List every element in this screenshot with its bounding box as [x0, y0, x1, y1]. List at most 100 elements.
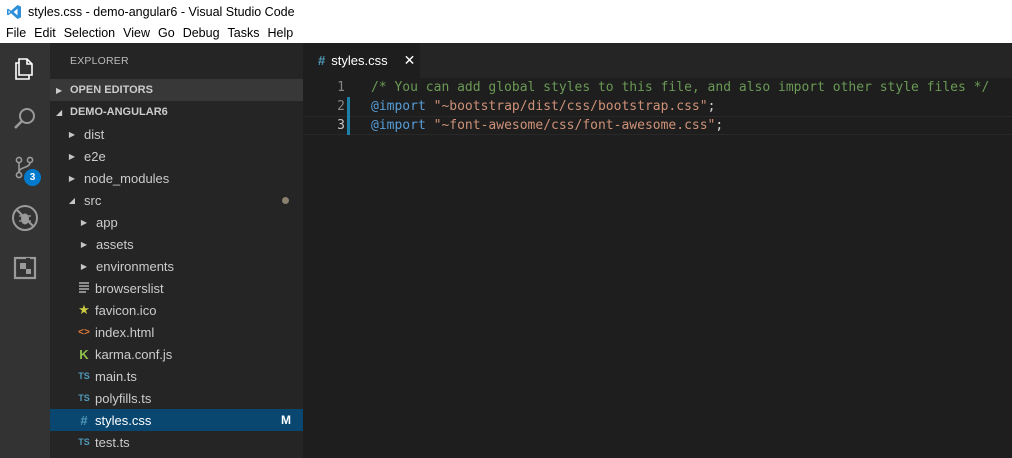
tree-label: browserslist: [95, 280, 164, 296]
search-button[interactable]: [0, 95, 50, 143]
line-number: 3: [337, 118, 345, 133]
chevron-right-icon: ▶: [68, 151, 76, 161]
menu-edit[interactable]: Edit: [30, 26, 60, 40]
keyword-token: @import: [371, 118, 426, 133]
ts-icon: TS: [78, 393, 90, 403]
window-title: styles.css - demo-angular6 - Visual Stud…: [28, 4, 295, 19]
tree-label: index.html: [95, 324, 155, 340]
lines-icon: [76, 281, 92, 296]
explorer-button[interactable]: [0, 45, 50, 93]
project-label: DEMO-ANGULAR6: [70, 106, 168, 118]
css-icon: #: [318, 53, 326, 68]
star-icon: ★: [78, 302, 90, 317]
activity-bar: 3: [0, 43, 50, 458]
open-editors-label: OPEN EDITORS: [70, 84, 153, 96]
tree-file-styles-css[interactable]: # styles.css M: [50, 409, 303, 431]
modified-dot-icon: [282, 197, 289, 204]
tree-folder-dist[interactable]: ▶ dist: [50, 123, 303, 145]
comment-token: /* You can add global styles to this fil…: [371, 80, 990, 95]
open-editors-section[interactable]: ▶ OPEN EDITORS: [50, 79, 303, 101]
code-line-3: 3 @import "~font-awesome/css/font-awesom…: [303, 116, 1012, 135]
menu-help[interactable]: Help: [264, 26, 298, 40]
tree-folder-assets[interactable]: ▶ assets: [50, 233, 303, 255]
tree-file-favicon[interactable]: ★ favicon.ico: [50, 299, 303, 321]
menu-debug[interactable]: Debug: [179, 26, 224, 40]
chevron-right-icon: ▶: [56, 85, 63, 95]
modified-status-badge: M: [281, 413, 291, 427]
tree-label: src: [84, 192, 102, 208]
ts-icon: TS: [78, 437, 90, 447]
title-bar: styles.css - demo-angular6 - Visual Stud…: [0, 0, 1012, 23]
debug-button[interactable]: [0, 194, 50, 242]
tree-label: environments: [96, 258, 175, 274]
tree-label: assets: [96, 236, 134, 252]
chevron-right-icon: ▶: [68, 173, 76, 183]
explorer-sidebar: EXPLORER ▶ OPEN EDITORS ◢ DEMO-ANGULAR6 …: [50, 43, 303, 458]
tree-label: karma.conf.js: [95, 346, 173, 362]
menu-selection[interactable]: Selection: [60, 26, 119, 40]
git-change-marker: [347, 97, 350, 116]
tree-label: test.ts: [95, 434, 130, 450]
editor-tab-bar: # styles.css ✕: [303, 43, 1012, 78]
string-token: "~font-awesome/css/font-awesome.css": [433, 118, 716, 133]
scm-badge: 3: [24, 169, 41, 186]
menu-tasks[interactable]: Tasks: [224, 26, 264, 40]
tree-folder-app[interactable]: ▶ app: [50, 211, 303, 233]
code-line-2: 2 @import "~bootstrap/dist/css/bootstrap…: [303, 97, 1012, 116]
ts-icon: TS: [78, 371, 90, 381]
tree-label: polyfills.ts: [95, 390, 152, 406]
tree-folder-environments[interactable]: ▶ environments: [50, 255, 303, 277]
karma-icon: K: [79, 346, 89, 362]
vscode-icon: [7, 4, 21, 19]
extensions-icon: [13, 256, 37, 280]
string-token: "~bootstrap/dist/css/bootstrap.css": [433, 99, 708, 114]
menu-view[interactable]: View: [119, 26, 154, 40]
source-control-button[interactable]: [0, 144, 50, 192]
tree-label: main.ts: [95, 368, 137, 384]
line-content: /* You can add global styles to this fil…: [371, 80, 989, 95]
project-section[interactable]: ◢ DEMO-ANGULAR6: [50, 101, 303, 123]
chevron-right-icon: ▶: [80, 261, 88, 271]
chevron-down-icon: ◢: [56, 107, 63, 117]
code-editor[interactable]: 1 /* You can add global styles to this f…: [303, 78, 1012, 458]
search-icon: [14, 108, 35, 129]
tree-folder-e2e[interactable]: ▶ e2e: [50, 145, 303, 167]
menu-go[interactable]: Go: [154, 26, 179, 40]
css-icon: #: [80, 412, 88, 428]
close-icon[interactable]: ✕: [404, 52, 416, 69]
chevron-down-icon: ◢: [68, 195, 76, 205]
tree-folder-src[interactable]: ◢ src: [50, 189, 303, 211]
git-change-marker: [347, 116, 350, 135]
line-number: 1: [337, 80, 345, 95]
chevron-right-icon: ▶: [68, 129, 76, 139]
tree-file-main-ts[interactable]: TS main.ts: [50, 365, 303, 387]
tree-file-index-html[interactable]: <> index.html: [50, 321, 303, 343]
punct-token: ;: [715, 118, 724, 133]
line-content: @import "~font-awesome/css/font-awesome.…: [371, 118, 723, 133]
tree-file-test-ts[interactable]: TS test.ts: [50, 431, 303, 453]
code-line-1: 1 /* You can add global styles to this f…: [303, 78, 1012, 97]
html-icon: <>: [78, 326, 90, 338]
explorer-icon: [15, 58, 33, 80]
tree-file-karma-conf[interactable]: K karma.conf.js: [50, 343, 303, 365]
tree-file-polyfills-ts[interactable]: TS polyfills.ts: [50, 387, 303, 409]
tree-label: app: [96, 214, 118, 230]
tree-label: favicon.ico: [95, 302, 157, 318]
tree-label: dist: [84, 126, 105, 142]
extensions-button[interactable]: [0, 244, 50, 292]
sidebar-title: EXPLORER: [70, 55, 129, 67]
tree-folder-node-modules[interactable]: ▶ node_modules: [50, 167, 303, 189]
line-content: @import "~bootstrap/dist/css/bootstrap.c…: [371, 99, 715, 114]
keyword-token: @import: [371, 99, 426, 114]
chevron-right-icon: ▶: [80, 217, 88, 227]
line-number: 2: [337, 99, 345, 114]
menu-file[interactable]: File: [2, 26, 30, 40]
chevron-right-icon: ▶: [80, 239, 88, 249]
tab-styles-css[interactable]: # styles.css ✕: [303, 43, 420, 78]
tab-label: styles.css: [331, 53, 388, 68]
punct-token: ;: [707, 99, 716, 114]
tree-label: e2e: [84, 148, 106, 164]
menu-bar: File Edit Selection View Go Debug Tasks …: [0, 23, 1012, 43]
tree-file-browserslist[interactable]: browserslist: [50, 277, 303, 299]
